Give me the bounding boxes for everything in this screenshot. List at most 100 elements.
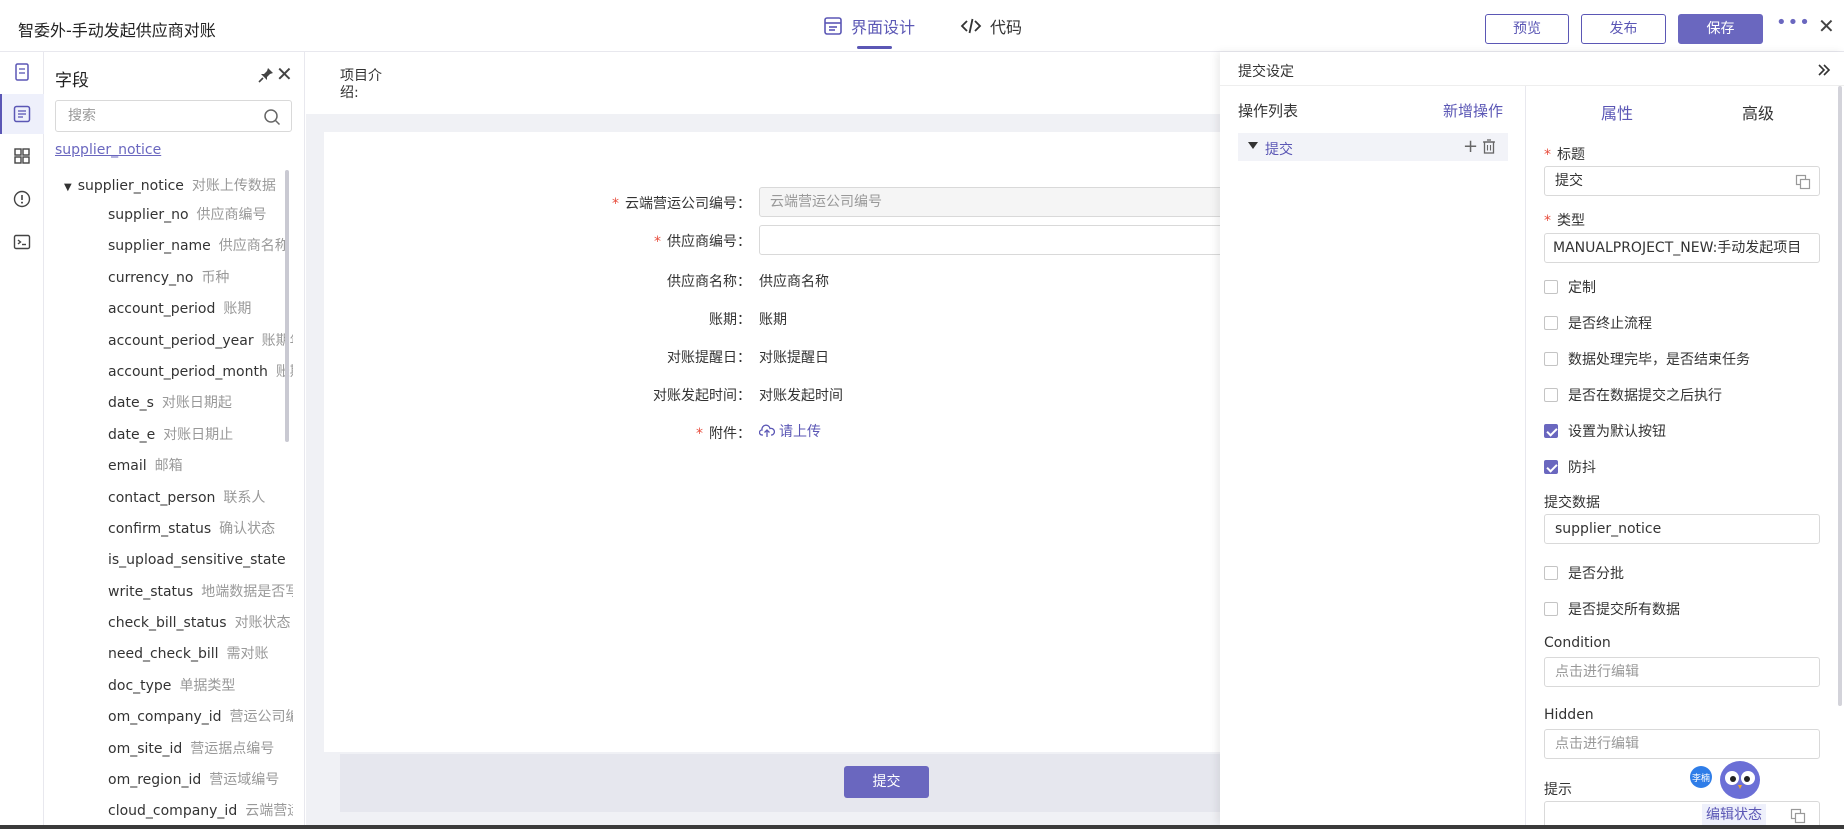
option-checkbox[interactable]: 是否分批 — [1544, 563, 1624, 583]
tree-parent-node[interactable]: ▼ supplier_notice 对账上传数据 — [64, 175, 276, 195]
form-row: 供应商名称： 供应商名称 — [324, 265, 1220, 295]
tab-properties[interactable]: 属性 — [1601, 100, 1633, 124]
hint-input[interactable] — [1544, 801, 1820, 825]
caret-down-icon[interactable]: ▼ — [64, 182, 72, 193]
option-checkbox[interactable]: 定制 — [1544, 277, 1596, 297]
edit-state-badge[interactable]: 编辑状态 — [1702, 804, 1766, 826]
option-checkbox[interactable]: 是否终止流程 — [1544, 313, 1652, 333]
copy-icon[interactable] — [1795, 174, 1811, 190]
field-tree-item[interactable]: contact_person 联系人 — [108, 483, 293, 514]
field-tree-item[interactable]: currency_no 币种 — [108, 263, 293, 294]
form-input[interactable]: 云端营运公司编号 — [759, 187, 1229, 217]
field-tree-item[interactable]: write_status 地端数据是否写 — [108, 577, 293, 608]
copy-icon[interactable] — [1790, 808, 1806, 824]
field-name: account_period — [108, 301, 216, 318]
tab-code[interactable]: 代码 — [960, 14, 1022, 38]
field-tree-item[interactable]: account_period_month账期月 — [108, 357, 293, 388]
tab-advanced[interactable]: 高级 — [1742, 100, 1774, 124]
add-operation-link[interactable]: 新增操作 — [1443, 100, 1503, 121]
submit-button[interactable]: 提交 — [844, 766, 929, 798]
checkbox-unchecked[interactable] — [1544, 352, 1558, 366]
save-button[interactable]: 保存 — [1678, 14, 1763, 44]
components-icon[interactable] — [12, 146, 32, 166]
properties-scrollbar[interactable] — [1838, 86, 1842, 706]
field-tree-item[interactable]: supplier_name 供应商名称 — [108, 231, 293, 262]
preview-button[interactable]: 预览 — [1485, 14, 1569, 44]
field-tree-item[interactable]: check_bill_status 对账状态 — [108, 608, 293, 639]
field-desc: 营运据点编号 — [190, 740, 275, 757]
field-name: om_company_id — [108, 709, 222, 726]
search-icon[interactable] — [263, 108, 281, 126]
checkbox-unchecked[interactable] — [1544, 280, 1558, 294]
checkbox-unchecked[interactable] — [1544, 388, 1558, 402]
title-input[interactable]: 提交 — [1544, 166, 1820, 196]
assistant-mascot[interactable]: 李楠 — [1688, 752, 1760, 802]
field-tree-item[interactable]: om_site_id 营运据点编号 — [108, 734, 293, 765]
form-input[interactable] — [759, 225, 1229, 255]
more-icon[interactable]: ••• — [1776, 12, 1811, 33]
form-fields-icon[interactable] — [12, 104, 32, 124]
checkbox-label: 是否提交所有数据 — [1568, 602, 1680, 618]
operation-item[interactable]: 提交 + — [1238, 133, 1508, 161]
field-panel-title: 字段 — [55, 71, 89, 91]
pin-icon[interactable] — [257, 66, 275, 88]
form-field-label-text: 供应商编号 — [667, 234, 737, 250]
hidden-input[interactable]: 点击进行编辑 — [1544, 729, 1820, 759]
alert-icon[interactable] — [12, 189, 32, 209]
option-checkbox[interactable]: 数据处理完毕，是否结束任务 — [1544, 349, 1750, 369]
field-name: confirm_status — [108, 520, 212, 537]
checkbox-unchecked[interactable] — [1544, 602, 1558, 616]
field-tree-item[interactable]: om_region_id 营运域编号 — [108, 765, 293, 796]
field-desc: 邮箱 — [154, 458, 183, 475]
required-marker: * — [612, 196, 619, 212]
close-icon[interactable]: ✕ — [1818, 14, 1835, 38]
intro-label: 项目介绍: — [340, 68, 382, 101]
operation-item-label: 提交 — [1265, 142, 1293, 158]
field-tree-item[interactable]: om_company_id 营运公司编 — [108, 702, 293, 733]
option-checkbox[interactable]: 设置为默认按钮 — [1544, 421, 1666, 441]
checkbox-label: 设置为默认按钮 — [1568, 424, 1666, 440]
submit-data-input[interactable]: supplier_notice — [1544, 514, 1820, 544]
field-tree-item[interactable]: cloud_company_id 云端营运 — [108, 796, 293, 825]
trash-icon[interactable] — [1482, 139, 1496, 154]
add-sub-operation-icon[interactable]: + — [1463, 136, 1478, 157]
upload-link[interactable]: 请上传 — [759, 421, 821, 441]
field-name: email — [108, 458, 147, 475]
terminal-icon[interactable] — [12, 232, 32, 252]
field-tree-item[interactable]: date_e 对账日期止 — [108, 420, 293, 451]
panel-close-icon[interactable]: ✕ — [276, 62, 293, 86]
page-icon[interactable] — [12, 62, 32, 82]
field-tree-item[interactable]: email 邮箱 — [108, 451, 293, 482]
upload-link-text: 请上传 — [779, 424, 821, 440]
option-checkbox[interactable]: 是否在数据提交之后执行 — [1544, 385, 1722, 405]
root-dataset-link[interactable]: supplier_notice — [55, 142, 161, 158]
label-colon: ： — [737, 426, 751, 442]
search-input[interactable] — [68, 101, 258, 131]
checkbox-unchecked[interactable] — [1544, 566, 1558, 580]
field-tree-item[interactable]: is_upload_sensitive_state是 — [108, 545, 293, 576]
label-colon: ： — [737, 350, 751, 366]
field-tree-item[interactable]: need_check_bill 需对账 — [108, 639, 293, 670]
option-checkbox[interactable]: 是否提交所有数据 — [1544, 599, 1680, 619]
option-checkbox[interactable]: 防抖 — [1544, 457, 1596, 477]
design-canvas: 项目介绍: * 云端营运公司编号： 云端营运公司编号 * 供应商编号： 供应商名称： 供应商… — [306, 52, 1229, 825]
field-tree-item[interactable]: account_period_year账期年 — [108, 326, 293, 357]
type-select[interactable]: MANUALPROJECT_NEW:手动发起项目 — [1544, 233, 1820, 263]
field-tree-item[interactable]: confirm_status 确认状态 — [108, 514, 293, 545]
field-desc: 营运公司编 — [229, 709, 293, 726]
condition-input[interactable]: 点击进行编辑 — [1544, 657, 1820, 687]
tab-ui-design[interactable]: 界面设计 — [823, 14, 915, 38]
field-tree-item[interactable]: doc_type 单据类型 — [108, 671, 293, 702]
caret-down-icon[interactable] — [1248, 142, 1258, 150]
field-tree-item[interactable]: supplier_no 供应商编号 — [108, 200, 293, 231]
field-panel-scrollbar[interactable] — [285, 170, 289, 442]
checkbox-label: 是否终止流程 — [1568, 316, 1652, 332]
publish-button[interactable]: 发布 — [1581, 14, 1666, 44]
field-tree-item[interactable]: date_s 对账日期起 — [108, 388, 293, 419]
field-tree-item[interactable]: account_period 账期 — [108, 294, 293, 325]
collapse-panel-icon[interactable] — [1816, 62, 1832, 82]
checkbox-checked[interactable] — [1544, 424, 1558, 438]
checkbox-unchecked[interactable] — [1544, 316, 1558, 330]
field-desc: 对账日期起 — [161, 395, 232, 412]
checkbox-checked[interactable] — [1544, 460, 1558, 474]
